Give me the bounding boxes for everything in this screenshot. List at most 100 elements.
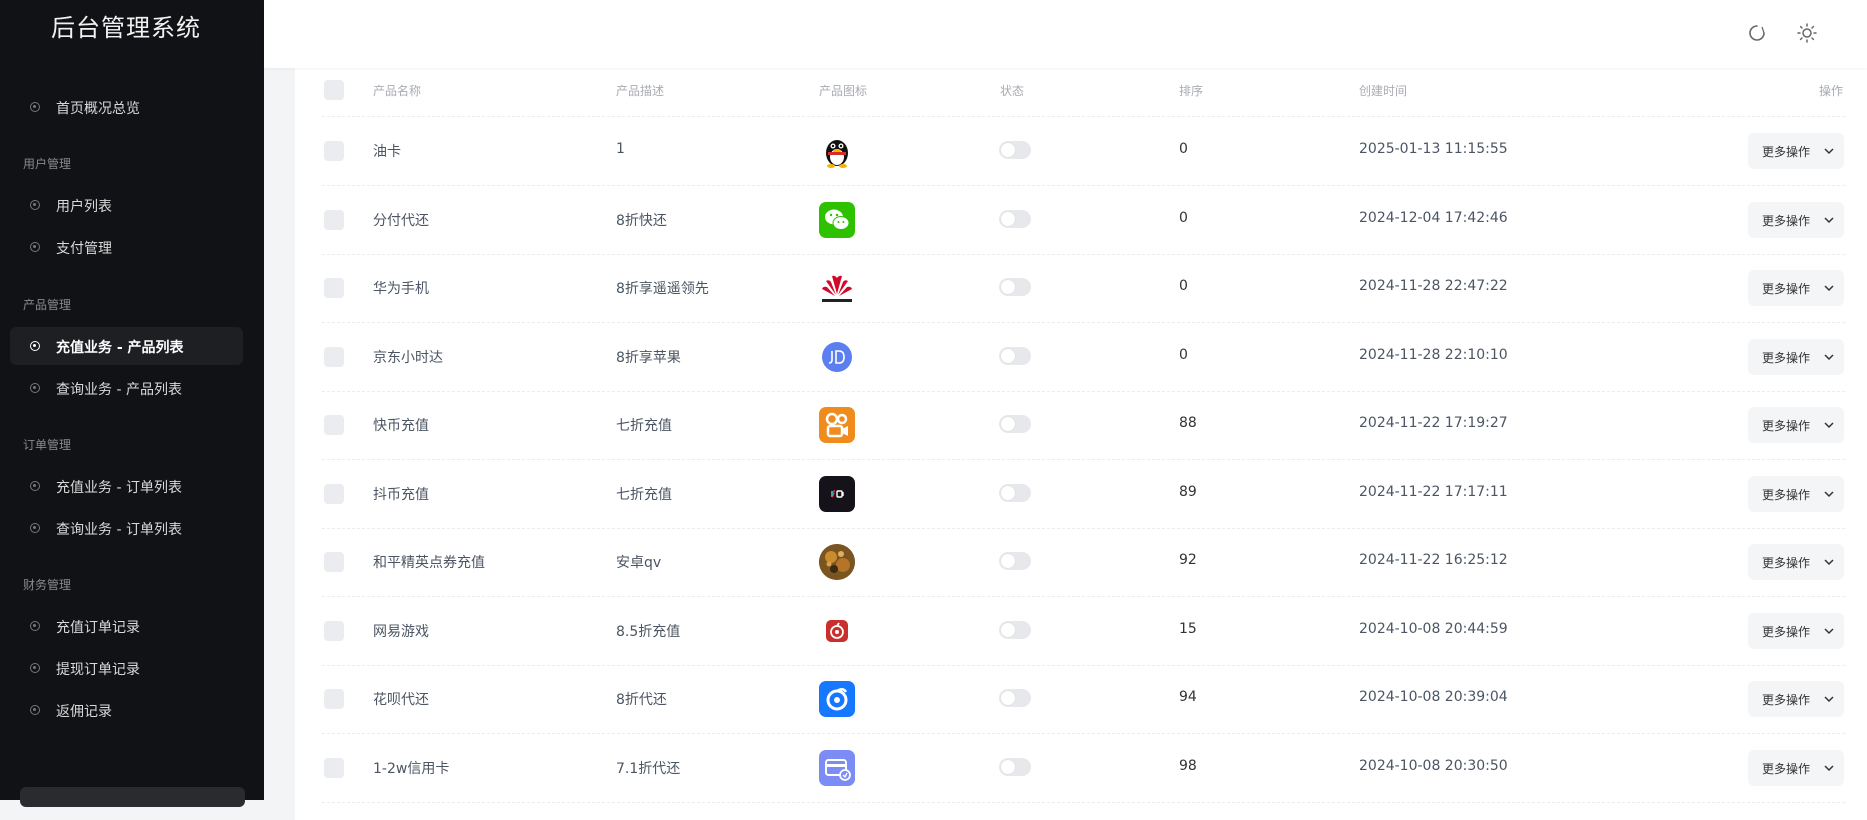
sort-value: 94 — [1179, 689, 1197, 705]
sort-value: 0 — [1179, 278, 1188, 294]
created-time: 2024-12-04 17:42:46 — [1359, 210, 1508, 226]
status-toggle[interactable] — [999, 484, 1031, 502]
status-toggle[interactable] — [999, 210, 1031, 228]
circle-icon — [30, 523, 40, 533]
chevron-down-icon — [1824, 696, 1834, 703]
circle-icon — [30, 383, 40, 393]
more-actions-button[interactable]: 更多操作 — [1748, 613, 1844, 649]
status-toggle[interactable] — [999, 415, 1031, 433]
created-time: 2025-01-13 11:15:55 — [1359, 141, 1508, 157]
product-name: 华为手机 — [373, 281, 429, 297]
header-sort: 排序 — [1179, 84, 1204, 98]
table-row: 华为手机 8折享遥遥领先 0 2024-11-28 22:47:22 更多操作 — [322, 254, 1845, 323]
product-name: 和平精英点券充值 — [373, 555, 485, 571]
chevron-down-icon — [1824, 217, 1834, 224]
created-time: 2024-11-22 17:17:11 — [1359, 484, 1508, 500]
sidebar-footer-block — [20, 787, 245, 807]
group-title-product: 产品管理 — [23, 298, 72, 312]
row-checkbox[interactable] — [324, 415, 344, 435]
table-row: 快币充值 七折充值 88 2024-11-22 17:19:27 更多操作 — [322, 391, 1845, 460]
row-checkbox[interactable] — [324, 689, 344, 709]
more-actions-button[interactable]: 更多操作 — [1748, 750, 1844, 786]
netease-icon — [819, 613, 855, 649]
more-actions-label: 更多操作 — [1762, 762, 1811, 776]
product-desc: 8折快还 — [616, 213, 667, 229]
product-desc: 8.5折充值 — [616, 624, 681, 640]
created-time: 2024-10-08 20:44:59 — [1359, 621, 1508, 637]
created-time: 2024-11-22 17:19:27 — [1359, 415, 1508, 431]
more-actions-button[interactable]: 更多操作 — [1748, 681, 1844, 717]
chevron-down-icon — [1824, 148, 1834, 155]
status-toggle[interactable] — [999, 552, 1031, 570]
header-desc: 产品描述 — [616, 84, 665, 98]
header-icon: 产品图标 — [819, 84, 868, 98]
more-actions-label: 更多操作 — [1762, 214, 1811, 228]
more-actions-label: 更多操作 — [1762, 351, 1811, 365]
status-toggle[interactable] — [999, 689, 1031, 707]
row-checkbox[interactable] — [324, 278, 344, 298]
sidebar-item-user-list[interactable]: 用户列表 — [10, 186, 243, 224]
more-actions-button[interactable]: 更多操作 — [1748, 339, 1844, 375]
chevron-down-icon — [1824, 559, 1834, 566]
status-toggle[interactable] — [999, 278, 1031, 296]
huabei-icon — [819, 681, 855, 717]
table-row: 花呗代还 8折代还 94 2024-10-08 20:39:04 更多操作 — [322, 665, 1845, 734]
chevron-down-icon — [1824, 765, 1834, 772]
table-row: 抖币充值 七折充值 89 2024-11-22 17:17:11 更多操作 — [322, 460, 1845, 529]
row-checkbox[interactable] — [324, 141, 344, 161]
sidebar-item-label: 用户列表 — [56, 199, 112, 215]
circle-icon — [30, 200, 40, 210]
sidebar-item-recharge-products[interactable]: 充值业务 - 产品列表 — [10, 327, 243, 365]
game-character-icon — [819, 544, 855, 580]
created-time: 2024-10-08 20:39:04 — [1359, 689, 1508, 705]
theme-sun-icon[interactable] — [1796, 22, 1818, 44]
more-actions-button[interactable]: 更多操作 — [1748, 407, 1844, 443]
top-header — [264, 0, 1867, 68]
created-time: 2024-10-08 20:30:50 — [1359, 758, 1508, 774]
sort-value: 98 — [1179, 758, 1197, 774]
qq-penguin-icon — [819, 133, 855, 169]
sidebar-item-query-orders[interactable]: 查询业务 - 订单列表 — [10, 509, 243, 547]
sidebar-item-dashboard[interactable]: 首页概况总览 — [10, 88, 243, 126]
row-checkbox[interactable] — [324, 484, 344, 504]
table-row: 油卡 1 0 2025-01-13 11:15:55 更多操作 — [322, 117, 1845, 186]
product-desc: 8折享苹果 — [616, 350, 681, 366]
sidebar-item-commission-records[interactable]: 返佣记录 — [10, 691, 243, 729]
row-checkbox[interactable] — [324, 210, 344, 230]
header-actions: 操作 — [1819, 84, 1844, 98]
product-name: 快币充值 — [373, 418, 429, 434]
select-all-checkbox[interactable] — [324, 80, 344, 100]
row-checkbox[interactable] — [324, 552, 344, 572]
sidebar-item-label: 返佣记录 — [56, 704, 112, 720]
status-toggle[interactable] — [999, 141, 1031, 159]
sidebar-item-label: 提现订单记录 — [56, 662, 140, 678]
product-desc: 8折享遥遥领先 — [616, 281, 709, 297]
sidebar-item-recharge-records[interactable]: 充值订单记录 — [10, 607, 243, 645]
more-actions-button[interactable]: 更多操作 — [1748, 270, 1844, 306]
sidebar-item-withdraw-records[interactable]: 提现订单记录 — [10, 649, 243, 687]
sidebar-item-payment[interactable]: 支付管理 — [10, 228, 243, 266]
row-checkbox[interactable] — [324, 621, 344, 641]
sidebar-item-label: 充值业务 - 产品列表 — [56, 340, 184, 356]
product-name: 花呗代还 — [373, 692, 429, 708]
sidebar-item-recharge-orders[interactable]: 充值业务 - 订单列表 — [10, 467, 243, 505]
product-name: 分付代还 — [373, 213, 429, 229]
more-actions-button[interactable]: 更多操作 — [1748, 133, 1844, 169]
sidebar-item-query-products[interactable]: 查询业务 - 产品列表 — [10, 369, 243, 407]
refresh-icon[interactable] — [1746, 22, 1768, 44]
status-toggle[interactable] — [999, 621, 1031, 639]
more-actions-button[interactable]: 更多操作 — [1748, 544, 1844, 580]
created-time: 2024-11-22 16:25:12 — [1359, 552, 1508, 568]
more-actions-button[interactable]: 更多操作 — [1748, 202, 1844, 238]
table-header: 产品名称 产品描述 产品图标 状态 排序 创建时间 操作 — [322, 74, 1845, 117]
row-checkbox[interactable] — [324, 758, 344, 778]
more-actions-label: 更多操作 — [1762, 556, 1811, 570]
huawei-icon — [819, 270, 855, 306]
status-toggle[interactable] — [999, 758, 1031, 776]
kuaishou-icon — [819, 407, 855, 443]
row-checkbox[interactable] — [324, 347, 344, 367]
more-actions-button[interactable]: 更多操作 — [1748, 476, 1844, 512]
status-toggle[interactable] — [999, 347, 1031, 365]
circle-icon — [30, 481, 40, 491]
more-actions-label: 更多操作 — [1762, 282, 1811, 296]
